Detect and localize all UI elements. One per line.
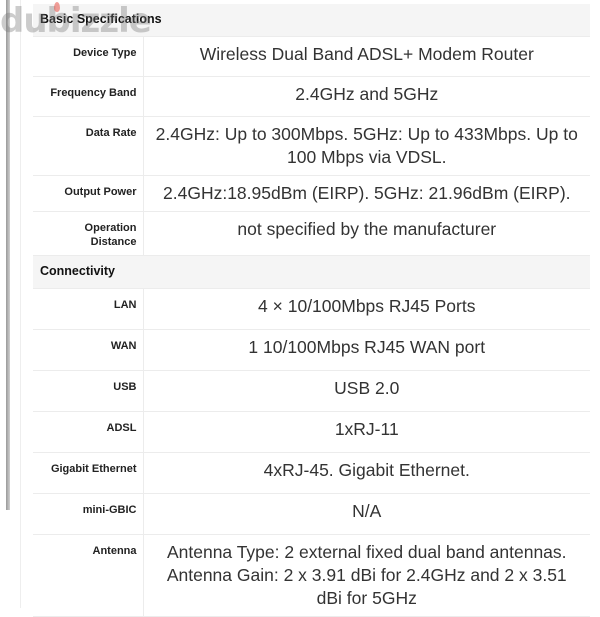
section-header-basic-specifications: Basic Specifications: [33, 4, 591, 37]
spec-value: 1 10/100Mbps RJ45 WAN port: [143, 329, 591, 371]
specifications-table: Basic Specifications Device Type Wireles…: [33, 4, 591, 617]
spec-value: not specified by the manufacturer: [143, 211, 591, 256]
spec-label: USB: [33, 370, 144, 412]
spec-label: Operation Distance: [33, 211, 144, 256]
spec-value: 4xRJ-45. Gigabit Ethernet.: [143, 452, 591, 494]
spec-row-lan: LAN 4 × 10/100Mbps RJ45 Ports: [33, 288, 591, 330]
spec-value: 1xRJ-11: [143, 411, 591, 453]
spec-label: Device Type: [33, 36, 144, 77]
spec-row-frequency-band: Frequency Band 2.4GHz and 5GHz: [33, 76, 591, 117]
spec-label: Data Rate: [33, 116, 144, 176]
spec-value: 2.4GHz: Up to 300Mbps. 5GHz: Up to 433Mb…: [143, 116, 591, 176]
spec-label: LAN: [33, 288, 144, 330]
spec-value: 4 × 10/100Mbps RJ45 Ports: [143, 288, 591, 330]
spec-row-data-rate: Data Rate 2.4GHz: Up to 300Mbps. 5GHz: U…: [33, 116, 591, 176]
spec-value: 2.4GHz:18.95dBm (EIRP). 5GHz: 21.96dBm (…: [143, 175, 591, 212]
spec-value: Wireless Dual Band ADSL+ Modem Router: [143, 36, 591, 77]
spec-value: N/A: [143, 493, 591, 535]
spec-row-adsl: ADSL 1xRJ-11: [33, 411, 591, 453]
spec-label: mini-GBIC: [33, 493, 144, 535]
spec-label: Frequency Band: [33, 76, 144, 117]
spec-label: ADSL: [33, 411, 144, 453]
spec-row-wan: WAN 1 10/100Mbps RJ45 WAN port: [33, 329, 591, 371]
spec-value: USB 2.0: [143, 370, 591, 412]
spec-label: Gigabit Ethernet: [33, 452, 144, 494]
spec-row-device-type: Device Type Wireless Dual Band ADSL+ Mod…: [33, 36, 591, 77]
section-title: Connectivity: [33, 255, 591, 289]
section-title: Basic Specifications: [33, 4, 591, 37]
spec-row-antenna: Antenna Antenna Type: 2 external fixed d…: [33, 534, 591, 617]
spec-row-operation-distance: Operation Distance not specified by the …: [33, 211, 591, 256]
spec-row-gigabit-ethernet: Gigabit Ethernet 4xRJ-45. Gigabit Ethern…: [33, 452, 591, 494]
spec-row-usb: USB USB 2.0: [33, 370, 591, 412]
spec-label: Output Power: [33, 175, 144, 212]
spec-label: Antenna: [33, 534, 144, 617]
left-divider: [20, 0, 21, 608]
left-edge-bar: [6, 0, 10, 510]
spec-row-mini-gbic: mini-GBIC N/A: [33, 493, 591, 535]
spec-label: WAN: [33, 329, 144, 371]
section-header-connectivity: Connectivity: [33, 255, 591, 289]
spec-value: 2.4GHz and 5GHz: [143, 76, 591, 117]
spec-value: Antenna Type: 2 external fixed dual band…: [143, 534, 591, 617]
spec-row-output-power: Output Power 2.4GHz:18.95dBm (EIRP). 5GH…: [33, 175, 591, 212]
